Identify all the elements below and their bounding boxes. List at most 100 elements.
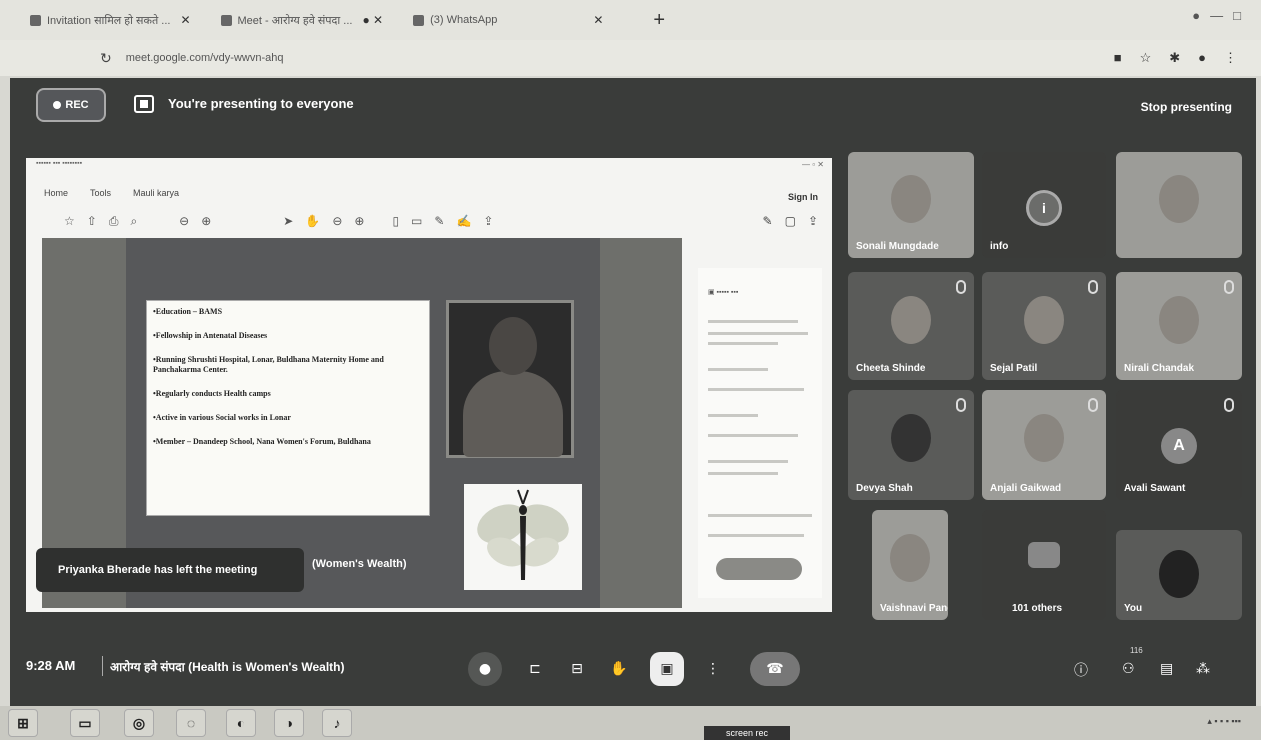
- url-field[interactable]: meet.google.com/vdy-wwvn-ahq: [126, 52, 284, 64]
- participant-tile[interactable]: Anjali Gaikwad: [982, 390, 1106, 500]
- present-button[interactable]: ▣: [650, 652, 684, 686]
- participant-tile[interactable]: Sejal Patil: [982, 272, 1106, 380]
- star-icon[interactable]: ☆: [1140, 50, 1152, 66]
- meeting-title: आरोग्य हवे संपदा (Health is Women's Weal…: [110, 660, 345, 674]
- viewer-menu-file[interactable]: Mauli karya: [133, 188, 179, 198]
- participant-name: You: [1124, 603, 1143, 614]
- extensions-icon[interactable]: ✱: [1169, 50, 1180, 66]
- record-dot-icon: [53, 101, 62, 109]
- participant-tile[interactable]: Devya Shah: [848, 390, 974, 500]
- participant-tile-self[interactable]: You: [1116, 530, 1242, 620]
- participant-tile[interactable]: Vaishnavi Pandhe: [872, 510, 948, 620]
- tab-label: Meet - आरोग्य हवे संपदा ...: [237, 14, 353, 27]
- chrome-icon[interactable]: ◐: [226, 709, 256, 737]
- zoom-in-icon[interactable]: ⊕: [354, 214, 364, 229]
- sign-icon[interactable]: ✍: [456, 214, 471, 229]
- print-icon[interactable]: ⎙: [109, 214, 119, 229]
- participant-name: Anjali Gaikwad: [990, 483, 1062, 494]
- zoom-out-icon[interactable]: ⊖: [332, 214, 342, 229]
- stop-presenting-button[interactable]: Stop presenting: [1141, 100, 1232, 114]
- captions-button[interactable]: ⊟: [560, 652, 594, 686]
- presenting-text: You're presenting to everyone: [168, 96, 354, 111]
- mic-off-icon: [1088, 398, 1098, 412]
- slide-line: •Education – BAMS: [153, 307, 223, 316]
- viewer-menu-home[interactable]: Home: [44, 188, 68, 198]
- slide-footer: (Women's Wealth): [312, 558, 407, 570]
- avatar: A: [1161, 428, 1197, 464]
- viewer-side-panel: ▣ ▪▪▪▪▪ ▪▪▪: [698, 268, 822, 598]
- tab-favicon-icon: [220, 14, 232, 26]
- edit-icon[interactable]: ✎: [763, 214, 773, 228]
- edge-icon[interactable]: ◎: [124, 709, 154, 737]
- info-icon[interactable]: ⓘ: [1074, 660, 1088, 680]
- people-count: 116: [1130, 646, 1143, 655]
- participant-tile[interactable]: Sonali Mungdade: [848, 152, 974, 258]
- close-tab-icon[interactable]: ✕: [593, 13, 603, 27]
- fit-page-icon[interactable]: ▯: [392, 214, 399, 229]
- rec-label: REC: [65, 99, 89, 111]
- file-explorer-icon[interactable]: ▭: [70, 709, 100, 737]
- upload-icon[interactable]: ⇧: [87, 214, 97, 229]
- minimize-icon[interactable]: —: [1210, 8, 1223, 23]
- side-panel-line: [708, 320, 798, 323]
- star-icon[interactable]: ☆: [64, 214, 75, 229]
- side-panel-line: [708, 368, 768, 371]
- page-down-icon[interactable]: ⊕: [201, 214, 211, 229]
- comment-icon[interactable]: ▢: [785, 214, 796, 228]
- acrobat-icon[interactable]: ♪: [322, 709, 352, 737]
- mic-button[interactable]: ●: [468, 652, 502, 686]
- reload-icon[interactable]: ↻: [100, 50, 112, 67]
- activities-icon[interactable]: ⁂: [1196, 660, 1210, 677]
- share-icon[interactable]: ⇪: [808, 214, 818, 228]
- side-panel-header: ▣ ▪▪▪▪▪ ▪▪▪: [708, 289, 739, 296]
- browser-tab-meet[interactable]: Meet - आरोग्य हवे संपदा ... ● ✕: [220, 13, 383, 28]
- search-icon[interactable]: ⌕: [130, 214, 137, 229]
- close-tab-icon[interactable]: ✕: [180, 13, 190, 27]
- camera-button[interactable]: ⊏: [518, 652, 552, 686]
- participant-name: Sejal Patil: [990, 363, 1038, 374]
- mic-off-icon: [1224, 280, 1234, 294]
- camera-icon[interactable]: ■: [1114, 50, 1122, 66]
- viewer-sign-in[interactable]: Sign In: [788, 192, 818, 202]
- side-panel-line: [708, 514, 812, 517]
- more-options-button[interactable]: ⋮: [696, 652, 730, 686]
- browser-tab-invitation[interactable]: Invitation सामिल हो सकते ... ✕: [30, 13, 191, 28]
- clock: 9:28 AM: [26, 658, 76, 673]
- menu-dots-icon[interactable]: ⋮: [1224, 50, 1237, 66]
- page-up-icon[interactable]: ⊖: [179, 214, 189, 229]
- participant-tile[interactable]: 101 others: [982, 510, 1106, 620]
- profile-icon[interactable]: ●: [1192, 8, 1200, 23]
- viewer-menu-tools[interactable]: Tools: [90, 188, 111, 198]
- participant-name: 101 others: [1012, 603, 1063, 614]
- leave-call-button[interactable]: ☎: [750, 652, 800, 686]
- account-icon[interactable]: ●: [1198, 50, 1206, 66]
- meet-top-strip: REC You're presenting to everyone Stop p…: [10, 78, 1256, 138]
- participant-tile[interactable]: Nirali Chandak: [1116, 272, 1242, 380]
- app-icon[interactable]: ◌: [176, 709, 206, 737]
- slide-line: •Regularly conducts Health camps: [153, 389, 271, 398]
- participant-tile[interactable]: [1116, 152, 1242, 258]
- butterfly-logo: [464, 484, 582, 590]
- new-tab-icon[interactable]: +: [653, 9, 665, 32]
- start-icon[interactable]: ⊞: [8, 709, 38, 737]
- address-bar: ↻ meet.google.com/vdy-wwvn-ahq ■ ☆ ✱ ● ⋮: [0, 40, 1261, 76]
- cursor-icon[interactable]: ➤: [283, 214, 293, 229]
- participant-tile[interactable]: i info: [982, 152, 1106, 258]
- people-icon[interactable]: ⚇: [1122, 660, 1135, 677]
- chat-icon[interactable]: ▤: [1160, 660, 1173, 677]
- comment-icon[interactable]: ▭: [411, 214, 422, 229]
- participant-tile[interactable]: A Avali Sawant: [1116, 390, 1242, 500]
- close-tab-icon[interactable]: ● ✕: [362, 13, 383, 27]
- participant-tile[interactable]: Cheeta Shinde: [848, 272, 974, 380]
- chrome-icon[interactable]: ◑: [274, 709, 304, 737]
- maximize-icon[interactable]: □: [1233, 8, 1241, 23]
- side-panel-button[interactable]: [716, 558, 802, 580]
- speaker-photo: [446, 300, 574, 458]
- browser-tab-whatsapp[interactable]: (3) WhatsApp ✕: [413, 13, 603, 27]
- window-controls: ● — □: [1192, 8, 1241, 23]
- share-icon[interactable]: ⇪: [483, 214, 493, 229]
- raise-hand-button[interactable]: ✋: [602, 652, 636, 686]
- pen-icon[interactable]: ✎: [434, 214, 444, 229]
- mic-off-icon: [1088, 280, 1098, 294]
- hand-icon[interactable]: ✋: [305, 214, 320, 229]
